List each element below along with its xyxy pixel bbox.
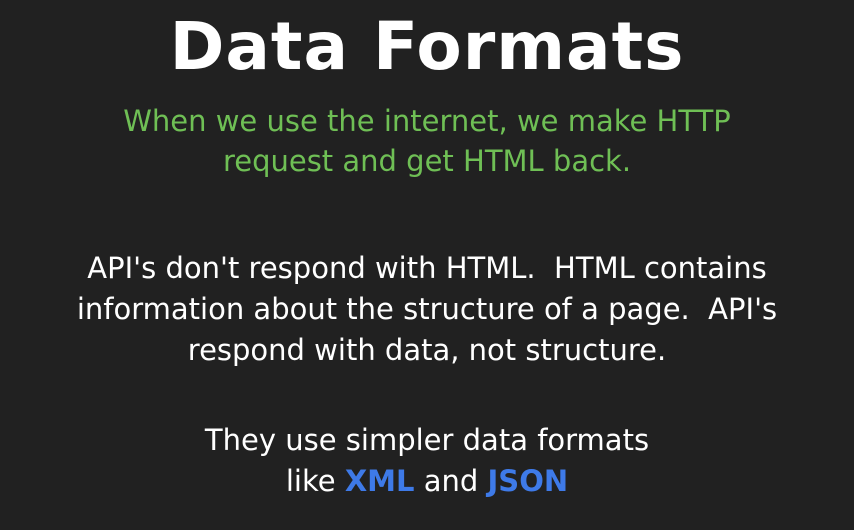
slide-title: Data Formats	[169, 8, 685, 85]
closing-conjunction: and	[414, 464, 488, 498]
subtitle: When we use the internet, we make HTTP r…	[20, 101, 834, 181]
closing-line-1: They use simpler data formats	[204, 423, 650, 457]
xml-highlight: XML	[344, 464, 415, 498]
closing-line-2: like XML and JSON	[20, 461, 834, 502]
json-highlight: JSON	[487, 464, 569, 498]
slide: Data Formats When we use the internet, w…	[0, 0, 854, 530]
paragraph-line-2: information about the structure of a pag…	[76, 292, 778, 326]
subtitle-line-2: request and get HTML back.	[222, 144, 632, 178]
body-paragraph: API's don't respond with HTML. HTML cont…	[5, 248, 849, 371]
closing-paragraph: They use simpler data formats like XML a…	[20, 420, 834, 502]
paragraph-line-3: respond with data, not structure.	[187, 333, 667, 367]
closing-prefix: like	[285, 464, 345, 498]
paragraph-line-1: API's don't respond with HTML. HTML cont…	[87, 251, 767, 285]
subtitle-line-1: When we use the internet, we make HTTP	[123, 104, 731, 138]
